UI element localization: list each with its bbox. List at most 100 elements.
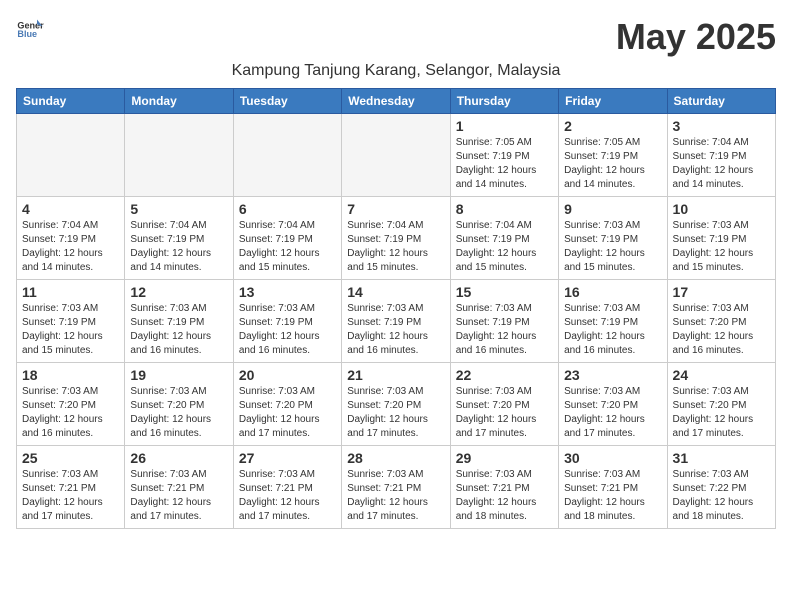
day-number: 16 xyxy=(564,284,661,300)
day-number: 27 xyxy=(239,450,336,466)
logo-icon: General Blue xyxy=(16,16,44,44)
calendar-cell: 17 Sunrise: 7:03 AMSunset: 7:20 PMDayligh… xyxy=(667,280,775,363)
day-number: 11 xyxy=(22,284,119,300)
month-title: May 2025 xyxy=(616,16,776,58)
day-info: Sunrise: 7:04 AMSunset: 7:19 PMDaylight:… xyxy=(239,219,336,275)
day-number: 29 xyxy=(456,450,553,466)
calendar-cell xyxy=(342,114,450,197)
calendar-cell: 11 Sunrise: 7:03 AMSunset: 7:19 PMDayligh… xyxy=(17,280,125,363)
day-number: 28 xyxy=(347,450,444,466)
calendar-table: SundayMondayTuesdayWednesdayThursdayFrid… xyxy=(16,88,776,529)
day-info: Sunrise: 7:03 AMSunset: 7:20 PMDaylight:… xyxy=(673,302,770,358)
calendar-cell xyxy=(233,114,341,197)
day-info: Sunrise: 7:03 AMSunset: 7:19 PMDaylight:… xyxy=(673,219,770,275)
logo: General Blue xyxy=(16,16,44,44)
day-info: Sunrise: 7:03 AMSunset: 7:20 PMDaylight:… xyxy=(130,385,227,441)
day-info: Sunrise: 7:03 AMSunset: 7:19 PMDaylight:… xyxy=(130,302,227,358)
svg-text:Blue: Blue xyxy=(17,29,37,39)
day-info: Sunrise: 7:03 AMSunset: 7:20 PMDaylight:… xyxy=(673,385,770,441)
calendar-cell: 30Sunrise: 7:03 AMSunset: 7:21 PMDayligh… xyxy=(559,446,667,529)
calendar-cell: 27 Sunrise: 7:03 AMSunset: 7:21 PMDayligh… xyxy=(233,446,341,529)
day-info: Sunrise: 7:03 AMSunset: 7:20 PMDaylight:… xyxy=(239,385,336,441)
calendar-cell: 25Sunrise: 7:03 AMSunset: 7:21 PMDayligh… xyxy=(17,446,125,529)
calendar-cell: 2Sunrise: 7:05 AMSunset: 7:19 PMDaylight… xyxy=(559,114,667,197)
weekday-saturday: Saturday xyxy=(667,89,775,114)
day-number: 31 xyxy=(673,450,770,466)
day-info: Sunrise: 7:04 AMSunset: 7:19 PMDaylight:… xyxy=(130,219,227,275)
calendar-cell: 14 Sunrise: 7:03 AMSunset: 7:19 PMDayligh… xyxy=(342,280,450,363)
day-number: 9 xyxy=(564,201,661,217)
day-info: Sunrise: 7:04 AMSunset: 7:19 PMDaylight:… xyxy=(347,219,444,275)
calendar-cell: 4Sunrise: 7:04 AMSunset: 7:19 PMDaylight… xyxy=(17,197,125,280)
day-info: Sunrise: 7:03 AMSunset: 7:20 PMDaylight:… xyxy=(347,385,444,441)
day-info: Sunrise: 7:03 AMSunset: 7:21 PMDaylight:… xyxy=(239,468,336,524)
weekday-thursday: Thursday xyxy=(450,89,558,114)
day-number: 10 xyxy=(673,201,770,217)
calendar-cell: 21 Sunrise: 7:03 AMSunset: 7:20 PMDayligh… xyxy=(342,363,450,446)
calendar-cell: 12 Sunrise: 7:03 AMSunset: 7:19 PMDayligh… xyxy=(125,280,233,363)
location-title: Kampung Tanjung Karang, Selangor, Malays… xyxy=(16,62,776,80)
day-info: Sunrise: 7:03 AMSunset: 7:19 PMDaylight:… xyxy=(564,302,661,358)
calendar-cell: 7 Sunrise: 7:04 AMSunset: 7:19 PMDaylight… xyxy=(342,197,450,280)
calendar-cell: 5 Sunrise: 7:04 AMSunset: 7:19 PMDaylight… xyxy=(125,197,233,280)
calendar-cell: 23Sunrise: 7:03 AMSunset: 7:20 PMDayligh… xyxy=(559,363,667,446)
day-number: 22 xyxy=(456,367,553,383)
day-number: 20 xyxy=(239,367,336,383)
day-number: 19 xyxy=(130,367,227,383)
day-info: Sunrise: 7:03 AMSunset: 7:21 PMDaylight:… xyxy=(130,468,227,524)
day-info: Sunrise: 7:04 AMSunset: 7:19 PMDaylight:… xyxy=(456,219,553,275)
day-number: 4 xyxy=(22,201,119,217)
day-number: 8 xyxy=(456,201,553,217)
calendar-cell: 18 Sunrise: 7:03 AMSunset: 7:20 PMDayligh… xyxy=(17,363,125,446)
calendar-cell: 31Sunrise: 7:03 AMSunset: 7:22 PMDayligh… xyxy=(667,446,775,529)
calendar-cell: 1Sunrise: 7:05 AMSunset: 7:19 PMDaylight… xyxy=(450,114,558,197)
calendar-week-4: 18 Sunrise: 7:03 AMSunset: 7:20 PMDayligh… xyxy=(17,363,776,446)
day-info: Sunrise: 7:03 AMSunset: 7:20 PMDaylight:… xyxy=(22,385,119,441)
calendar-cell: 13 Sunrise: 7:03 AMSunset: 7:19 PMDayligh… xyxy=(233,280,341,363)
day-info: Sunrise: 7:03 AMSunset: 7:19 PMDaylight:… xyxy=(239,302,336,358)
day-number: 7 xyxy=(347,201,444,217)
weekday-wednesday: Wednesday xyxy=(342,89,450,114)
day-number: 21 xyxy=(347,367,444,383)
day-info: Sunrise: 7:03 AMSunset: 7:19 PMDaylight:… xyxy=(456,302,553,358)
calendar-cell: 19 Sunrise: 7:03 AMSunset: 7:20 PMDayligh… xyxy=(125,363,233,446)
page-header: General Blue May 2025 xyxy=(16,16,776,58)
day-info: Sunrise: 7:05 AMSunset: 7:19 PMDaylight:… xyxy=(456,136,553,192)
calendar-cell: 28 Sunrise: 7:03 AMSunset: 7:21 PMDayligh… xyxy=(342,446,450,529)
weekday-sunday: Sunday xyxy=(17,89,125,114)
day-number: 13 xyxy=(239,284,336,300)
day-number: 18 xyxy=(22,367,119,383)
weekday-tuesday: Tuesday xyxy=(233,89,341,114)
day-number: 3 xyxy=(673,118,770,134)
day-number: 24 xyxy=(673,367,770,383)
calendar-cell: 10 Sunrise: 7:03 AMSunset: 7:19 PMDayligh… xyxy=(667,197,775,280)
day-info: Sunrise: 7:03 AMSunset: 7:21 PMDaylight:… xyxy=(564,468,661,524)
calendar-cell: 16 Sunrise: 7:03 AMSunset: 7:19 PMDayligh… xyxy=(559,280,667,363)
day-info: Sunrise: 7:03 AMSunset: 7:19 PMDaylight:… xyxy=(347,302,444,358)
weekday-monday: Monday xyxy=(125,89,233,114)
day-number: 15 xyxy=(456,284,553,300)
day-info: Sunrise: 7:04 AMSunset: 7:19 PMDaylight:… xyxy=(673,136,770,192)
calendar-cell: 29Sunrise: 7:03 AMSunset: 7:21 PMDayligh… xyxy=(450,446,558,529)
day-number: 6 xyxy=(239,201,336,217)
day-info: Sunrise: 7:03 AMSunset: 7:21 PMDaylight:… xyxy=(22,468,119,524)
day-info: Sunrise: 7:03 AMSunset: 7:20 PMDaylight:… xyxy=(456,385,553,441)
calendar-cell: 24 Sunrise: 7:03 AMSunset: 7:20 PMDayligh… xyxy=(667,363,775,446)
calendar-cell xyxy=(125,114,233,197)
weekday-header-row: SundayMondayTuesdayWednesdayThursdayFrid… xyxy=(17,89,776,114)
day-info: Sunrise: 7:03 AMSunset: 7:19 PMDaylight:… xyxy=(564,219,661,275)
calendar-cell: 6 Sunrise: 7:04 AMSunset: 7:19 PMDaylight… xyxy=(233,197,341,280)
day-number: 14 xyxy=(347,284,444,300)
day-number: 17 xyxy=(673,284,770,300)
calendar-cell: 22 Sunrise: 7:03 AMSunset: 7:20 PMDayligh… xyxy=(450,363,558,446)
calendar-week-2: 4 Sunrise: 7:04 AMSunset: 7:19 PMDaylight… xyxy=(17,197,776,280)
day-number: 23 xyxy=(564,367,661,383)
calendar-cell: 26Sunrise: 7:03 AMSunset: 7:21 PMDayligh… xyxy=(125,446,233,529)
day-number: 12 xyxy=(130,284,227,300)
calendar-week-3: 11 Sunrise: 7:03 AMSunset: 7:19 PMDayligh… xyxy=(17,280,776,363)
day-info: Sunrise: 7:03 AMSunset: 7:21 PMDaylight:… xyxy=(347,468,444,524)
calendar-cell: 20 Sunrise: 7:03 AMSunset: 7:20 PMDayligh… xyxy=(233,363,341,446)
day-info: Sunrise: 7:03 AMSunset: 7:19 PMDaylight:… xyxy=(22,302,119,358)
weekday-friday: Friday xyxy=(559,89,667,114)
day-number: 5 xyxy=(130,201,227,217)
